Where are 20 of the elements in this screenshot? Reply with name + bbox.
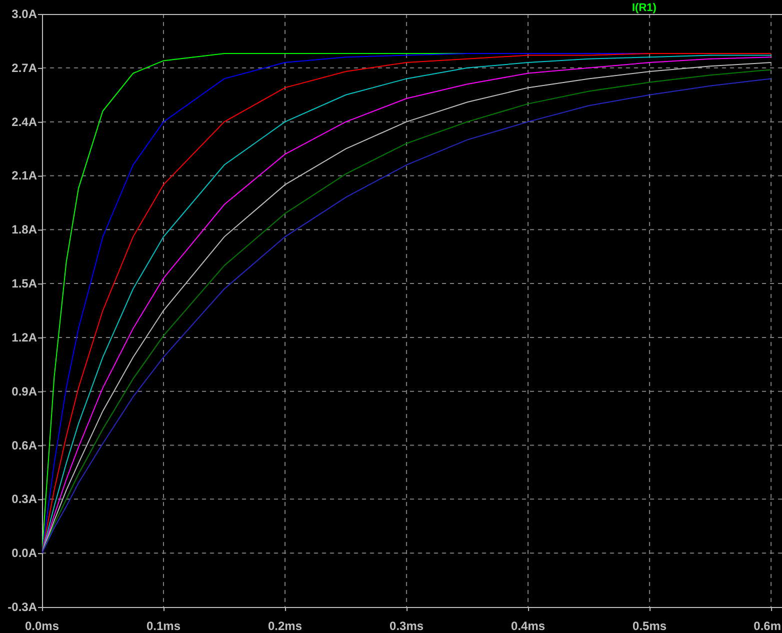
x-tick-label: 0.6m bbox=[754, 619, 781, 633]
y-tick-label: 2.7A bbox=[12, 60, 37, 75]
x-tick-label: 0.2ms bbox=[268, 619, 302, 633]
x-tick-label: 0.5ms bbox=[632, 619, 667, 633]
y-tick-label: 1.2A bbox=[12, 330, 37, 344]
x-tick-label: 0.0ms bbox=[24, 619, 60, 633]
y-tick-label: 0.9A bbox=[12, 384, 37, 398]
y-tick-label: 0.6A bbox=[12, 438, 37, 452]
y-tick-label: -0.3A bbox=[8, 600, 37, 614]
y-tick-label: 3.0A bbox=[12, 7, 37, 21]
y-tick-label: 1.5A bbox=[12, 276, 37, 291]
x-tick-label: 0.4ms bbox=[511, 619, 546, 633]
y-tick-label: 1.8A bbox=[12, 222, 37, 237]
y-tick-label: 0.3A bbox=[12, 492, 37, 506]
x-tick-label: 0.3ms bbox=[390, 619, 424, 633]
y-tick-label: 2.4A bbox=[12, 114, 37, 129]
trace-title: I(R1) bbox=[632, 2, 656, 14]
y-tick-label: 2.1A bbox=[12, 168, 37, 183]
y-tick-label: 0.0A bbox=[12, 546, 37, 560]
x-tick-label: 0.1ms bbox=[146, 619, 181, 633]
